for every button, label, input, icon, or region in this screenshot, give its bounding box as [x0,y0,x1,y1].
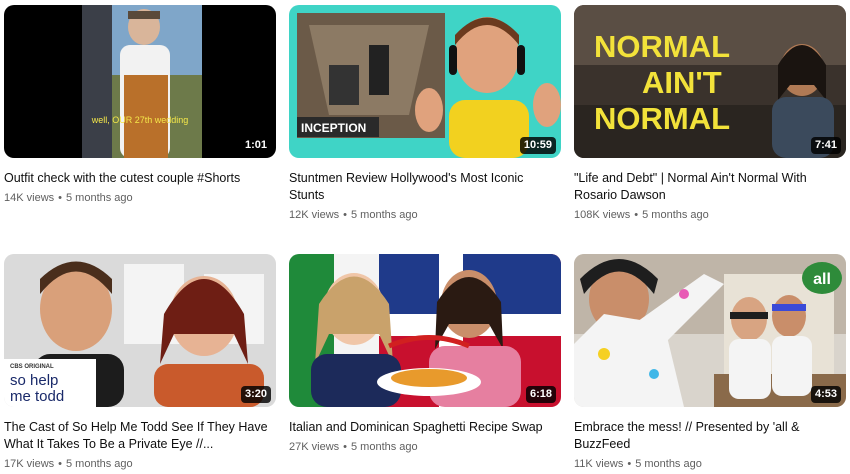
upload-age: 5 months ago [642,209,709,221]
video-duration: 7:41 [810,137,841,154]
separator-dot: • [343,441,347,453]
upload-age: 5 months ago [66,458,133,470]
thumbnail-image: CBS ORIGINAL so help me todd [4,254,276,407]
thumbnail-image: well, OUR 27th wedding [4,5,276,158]
view-count: 12K views [289,209,340,221]
thumbnail-brand: all [813,271,831,288]
thumbnail-show-line2: me todd [10,388,64,405]
thumbnail-image: all [574,254,846,407]
thumbnail-text-line1: NORMAL [594,29,730,64]
upload-age: 5 months ago [66,192,133,204]
video-duration: 3:20 [240,386,271,403]
video-duration: 6:18 [525,386,556,403]
video-title[interactable]: Italian and Dominican Spaghetti Recipe S… [289,419,561,436]
video-thumbnail[interactable]: all 4:53 [574,254,846,407]
upload-age: 5 months ago [351,441,418,453]
video-grid: well, OUR 27th wedding 1:01 Outfit check… [0,0,850,474]
separator-dot: • [58,192,62,204]
upload-age: 5 months ago [635,458,702,470]
video-thumbnail[interactable]: CBS ORIGINAL so help me todd 3:20 [4,254,276,407]
separator-dot: • [627,458,632,470]
thumbnail-image: INCEPTION [289,5,561,158]
view-count: 108K views [574,209,631,221]
video-duration: 4:53 [810,386,841,403]
video-meta: 27K views • 5 months ago [289,440,561,454]
thumbnail-show-line1: so help [10,372,58,389]
video-card[interactable]: 6:18 Italian and Dominican Spaghetti Rec… [289,254,561,454]
video-thumbnail[interactable]: NORMAL AIN'T NORMAL 7:41 [574,5,846,158]
thumbnail-image: NORMAL AIN'T NORMAL [574,5,846,158]
video-thumbnail[interactable]: INCEPTION 10:59 [289,5,561,158]
video-title[interactable]: "Life and Debt" | Normal Ain't Normal Wi… [574,170,846,204]
video-duration: 10:59 [519,137,556,154]
separator-dot: • [58,458,62,470]
video-title[interactable]: Outfit check with the cutest couple #Sho… [4,170,276,187]
video-meta: 14K views • 5 months ago [4,191,276,205]
thumbnail-text-line2: AIN'T [642,65,722,100]
video-title[interactable]: Stuntmen Review Hollywood's Most Iconic … [289,170,561,204]
thumbnail-caption: well, OUR 27th wedding [91,115,189,125]
video-meta: 108K views • 5 months ago [574,208,846,222]
video-title[interactable]: The Cast of So Help Me Todd See If They … [4,419,276,453]
video-card[interactable]: CBS ORIGINAL so help me todd 3:20 The Ca… [4,254,276,471]
thumbnail-caption: INCEPTION [301,121,366,135]
video-thumbnail[interactable]: well, OUR 27th wedding 1:01 [4,5,276,158]
view-count: 11K views [574,458,624,470]
video-meta: 11K views • 5 months ago [574,457,846,471]
video-card[interactable]: INCEPTION 10:59 Stuntmen Review Hollywoo… [289,5,561,222]
view-count: 17K views [4,458,55,470]
thumbnail-text-line3: NORMAL [594,101,730,136]
video-card[interactable]: NORMAL AIN'T NORMAL 7:41 "Life and Debt"… [574,5,846,222]
video-title[interactable]: Embrace the mess! // Presented by 'all &… [574,419,846,453]
video-card[interactable]: all 4:53 Embrace the mess! // Presented … [574,254,846,471]
separator-dot: • [343,209,347,221]
separator-dot: • [634,209,639,221]
video-meta: 17K views • 5 months ago [4,457,276,471]
video-card[interactable]: well, OUR 27th wedding 1:01 Outfit check… [4,5,276,205]
video-thumbnail[interactable]: 6:18 [289,254,561,407]
video-duration: 1:01 [240,137,271,154]
thumbnail-image [289,254,561,407]
thumbnail-network: CBS ORIGINAL [10,364,54,370]
upload-age: 5 months ago [351,209,418,221]
view-count: 14K views [4,192,55,204]
view-count: 27K views [289,441,340,453]
video-meta: 12K views • 5 months ago [289,208,561,222]
